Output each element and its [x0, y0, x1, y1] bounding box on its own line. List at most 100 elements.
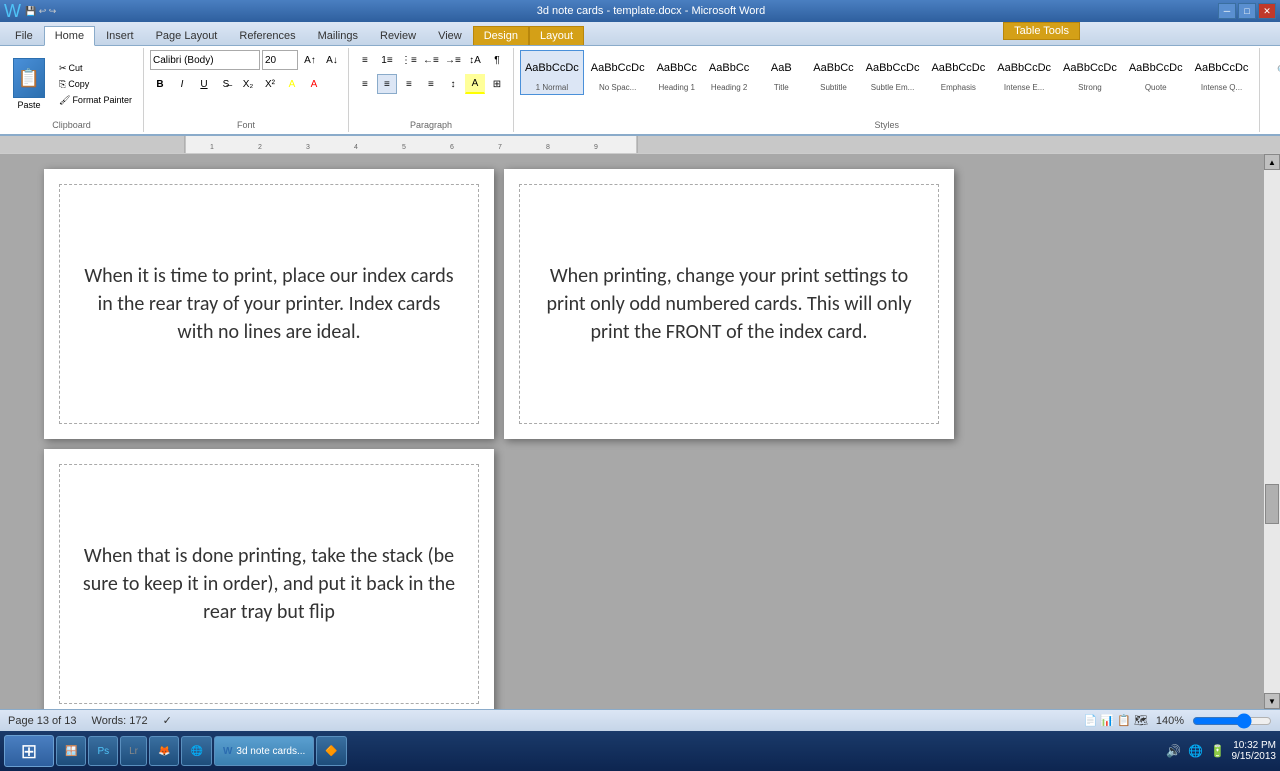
left-margin-ruler: [0, 154, 14, 709]
subscript-button[interactable]: X₂: [238, 74, 258, 94]
underline-button[interactable]: U: [194, 74, 214, 94]
style-btn-9[interactable]: AaBbCcDcStrong: [1058, 50, 1122, 95]
minimize-button[interactable]: ─: [1218, 3, 1236, 19]
font-name-input[interactable]: [150, 50, 260, 70]
paste-label: Paste: [17, 100, 40, 110]
svg-text:6: 6: [450, 144, 454, 151]
italic-button[interactable]: I: [172, 74, 192, 94]
decrease-indent-button[interactable]: ←≡: [421, 50, 441, 70]
zoom-slider[interactable]: [1192, 713, 1272, 729]
spell-check-icon[interactable]: ✓: [163, 714, 172, 727]
bullets-button[interactable]: ≡: [355, 50, 375, 70]
style-btn-1[interactable]: AaBbCcDcNo Spac...: [586, 50, 650, 95]
tab-review[interactable]: Review: [369, 26, 427, 45]
scissors-icon: ✂: [59, 63, 67, 74]
svg-text:3: 3: [306, 144, 310, 151]
replace-button[interactable]: Replace: [1266, 92, 1280, 112]
style-btn-10[interactable]: AaBbCcDcQuote: [1124, 50, 1188, 95]
cut-button[interactable]: ✂ Cut: [54, 61, 137, 76]
tab-insert[interactable]: Insert: [95, 26, 145, 45]
system-clock: 10:32 PM 9/15/2013: [1232, 740, 1277, 762]
svg-text:2: 2: [258, 144, 262, 151]
scroll-track[interactable]: [1264, 170, 1280, 693]
vlc-icon: 🔶: [325, 746, 337, 757]
font-label: Font: [150, 118, 342, 130]
align-center-button[interactable]: ≡: [377, 74, 397, 94]
maximize-button[interactable]: □: [1238, 3, 1256, 19]
numbering-button[interactable]: 1≡: [377, 50, 397, 70]
tab-design[interactable]: Design: [473, 26, 529, 45]
find-button[interactable]: 🔍 Find ▾: [1266, 50, 1280, 90]
vertical-scrollbar[interactable]: ▲ ▼: [1264, 154, 1280, 709]
start-button[interactable]: ⊞: [4, 735, 54, 767]
index-card-2: When printing, change your print setting…: [519, 184, 939, 424]
format-painter-button[interactable]: 🖌 Format Painter: [54, 93, 137, 108]
taskbar-program-3[interactable]: Lr: [120, 736, 147, 766]
strikethrough-button[interactable]: S̶: [216, 74, 236, 94]
taskbar-program-2[interactable]: Ps: [88, 736, 118, 766]
copy-button[interactable]: ⎘ Copy: [54, 77, 137, 92]
font-color-button[interactable]: A: [304, 74, 324, 94]
style-btn-8[interactable]: AaBbCcDcIntense E...: [992, 50, 1056, 95]
chrome-icon: 🌐: [190, 746, 202, 757]
style-btn-6[interactable]: AaBbCcDcSubtle Em...: [861, 50, 925, 95]
justify-button[interactable]: ≡: [421, 74, 441, 94]
paste-button[interactable]: 📋 Paste: [6, 55, 52, 113]
style-btn-7[interactable]: AaBbCcDcEmphasis: [926, 50, 990, 95]
style-btn-2[interactable]: AaBbCcHeading 1: [652, 50, 702, 95]
word-icon: W: [223, 746, 232, 757]
borders-button[interactable]: ⊞: [487, 74, 507, 94]
sort-button[interactable]: ↕A: [465, 50, 485, 70]
shrink-font-button[interactable]: A↓: [322, 50, 342, 70]
tab-file[interactable]: File: [4, 26, 44, 45]
table-tools-label: Table Tools: [1003, 22, 1080, 40]
close-button[interactable]: ✕: [1258, 3, 1276, 19]
svg-text:8: 8: [546, 144, 550, 151]
taskbar-program-5[interactable]: 🌐: [181, 736, 211, 766]
taskbar-program-4[interactable]: 🦊: [149, 736, 179, 766]
align-right-button[interactable]: ≡: [399, 74, 419, 94]
tab-mailings[interactable]: Mailings: [307, 26, 369, 45]
taskbar-word[interactable]: W 3d note cards...: [214, 736, 314, 766]
scroll-up-arrow[interactable]: ▲: [1264, 154, 1280, 170]
align-left-button[interactable]: ≡: [355, 74, 375, 94]
card-1-text: When it is time to print, place our inde…: [80, 262, 458, 346]
style-btn-0[interactable]: AaBbCcDc1 Normal: [520, 50, 584, 95]
font-size-input[interactable]: [262, 50, 298, 70]
tab-home[interactable]: Home: [44, 26, 95, 46]
taskbar-program-1[interactable]: 🪟: [56, 736, 86, 766]
style-btn-4[interactable]: AaBTitle: [756, 50, 806, 95]
clipboard-group: 📋 Paste ✂ Cut ⎘ Copy 🖌 Format Painter Cl…: [0, 48, 144, 132]
line-spacing-button[interactable]: ↕: [443, 74, 463, 94]
grow-font-button[interactable]: A↑: [300, 50, 320, 70]
svg-text:1: 1: [210, 144, 214, 151]
show-hide-button[interactable]: ¶: [487, 50, 507, 70]
multilevel-list-button[interactable]: ⋮≡: [399, 50, 419, 70]
page-row-1: When it is time to print, place our inde…: [44, 169, 1250, 439]
tab-view[interactable]: View: [427, 26, 473, 45]
styles-group: AaBbCcDc1 NormalAaBbCcDcNo Spac...AaBbCc…: [514, 48, 1260, 132]
select-button[interactable]: Select▾: [1266, 114, 1280, 134]
style-btn-3[interactable]: AaBbCcHeading 2: [704, 50, 754, 95]
highlight-button[interactable]: A: [282, 74, 302, 94]
tab-layout[interactable]: Layout: [529, 26, 584, 45]
copy-icon: ⎘: [59, 79, 66, 90]
index-card-3: When that is done printing, take the sta…: [59, 464, 479, 704]
zoom-level: 140%: [1156, 715, 1184, 727]
scroll-thumb[interactable]: [1265, 484, 1279, 524]
font-group: A↑ A↓ B I U S̶ X₂ X² A A Font: [144, 48, 349, 132]
card-2-text: When printing, change your print setting…: [540, 262, 918, 346]
style-btn-11[interactable]: AaBbCcDcIntense Q...: [1190, 50, 1254, 95]
title-bar: W 💾 ↩ ↪ 3d note cards - template.docx - …: [0, 0, 1280, 22]
scroll-down-arrow[interactable]: ▼: [1264, 693, 1280, 709]
shading-button[interactable]: A: [465, 74, 485, 94]
tray-icon-1: 🔊: [1166, 743, 1182, 759]
style-btn-5[interactable]: AaBbCcSubtitle: [808, 50, 858, 95]
tab-references[interactable]: References: [228, 26, 306, 45]
superscript-button[interactable]: X²: [260, 74, 280, 94]
tab-page-layout[interactable]: Page Layout: [145, 26, 229, 45]
page-row-2: When that is done printing, take the sta…: [44, 449, 1250, 709]
taskbar-vlc[interactable]: 🔶: [316, 736, 346, 766]
increase-indent-button[interactable]: →≡: [443, 50, 463, 70]
bold-button[interactable]: B: [150, 74, 170, 94]
